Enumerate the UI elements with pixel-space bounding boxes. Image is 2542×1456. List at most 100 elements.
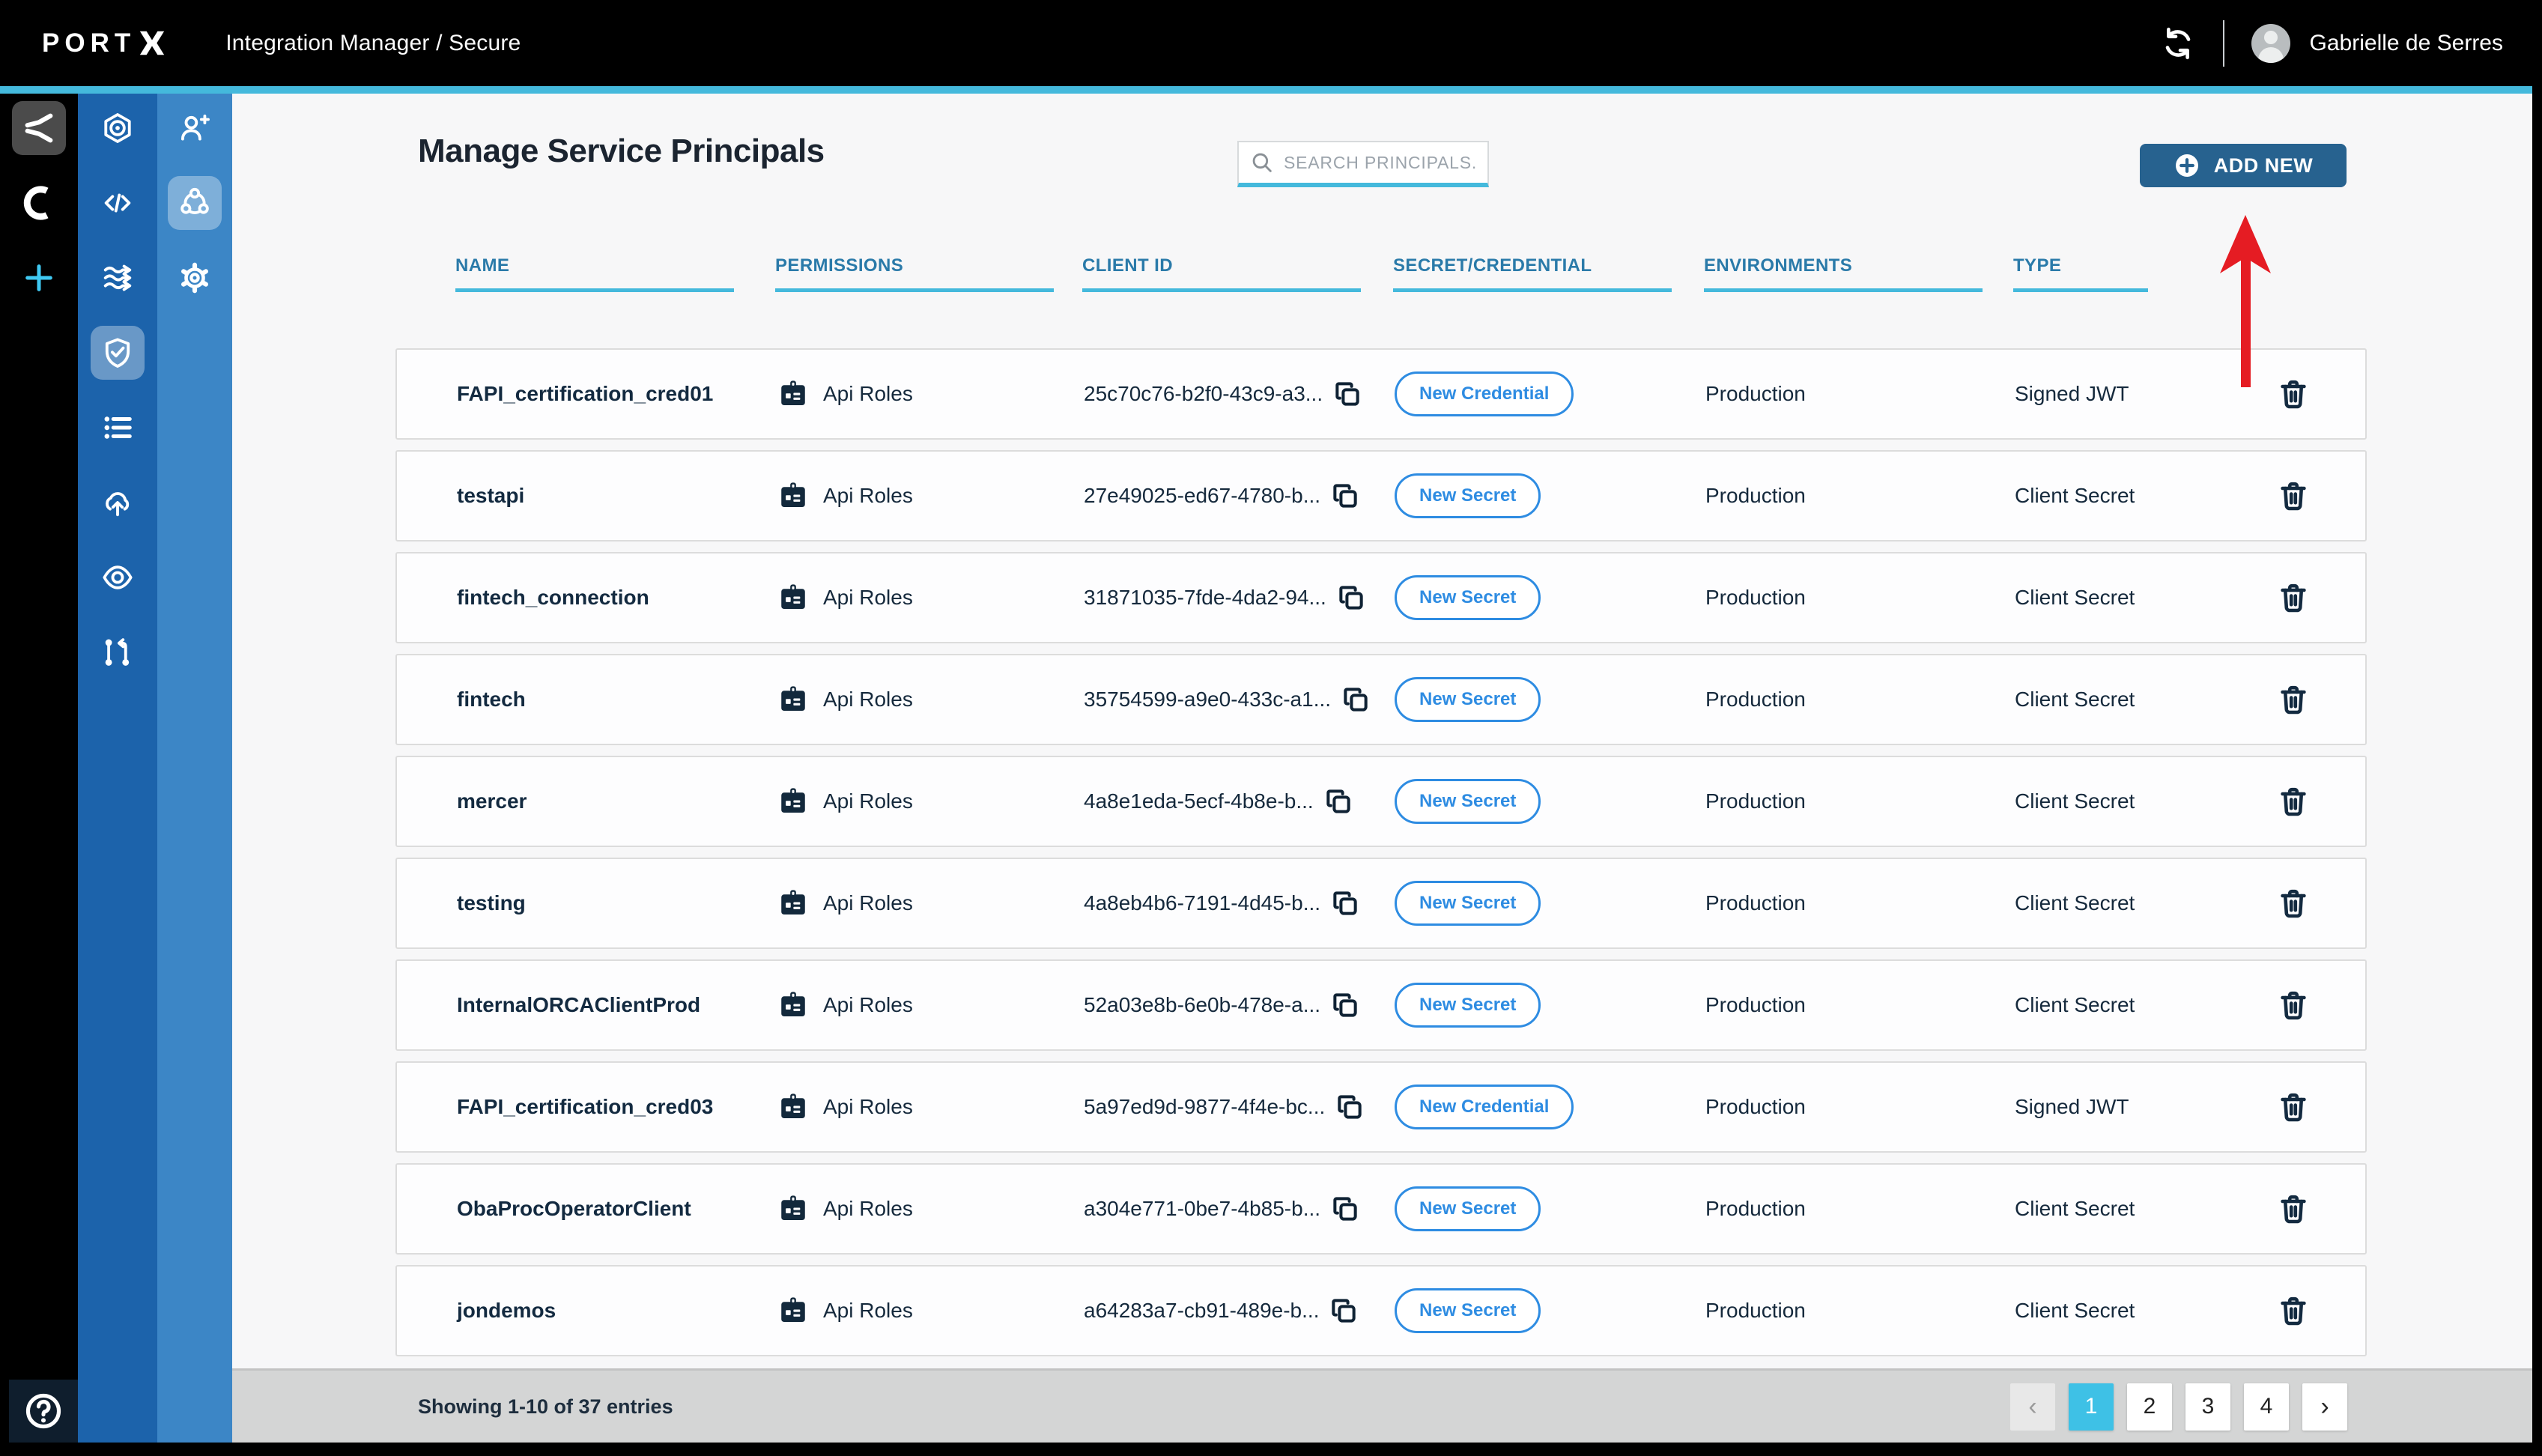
sidebar-item-cloud-upload[interactable] [91, 476, 145, 530]
permissions-cell: Api Roles [777, 1294, 1084, 1327]
sidebar-item-portx-mark[interactable] [12, 101, 66, 155]
client-id-value: 31871035-7fde-4da2-94... [1084, 586, 1326, 609]
new-secret-button[interactable]: New Secret [1395, 473, 1541, 518]
user-avatar[interactable] [2251, 23, 2290, 63]
sidebar-item-code[interactable] [91, 176, 145, 230]
type-value: Client Secret [2015, 993, 2135, 1016]
copy-icon[interactable] [1334, 1091, 1365, 1123]
permissions-label: Api Roles [823, 1095, 913, 1118]
sidebar-item-git-branch[interactable] [91, 625, 145, 679]
new-secret-button[interactable]: New Secret [1395, 779, 1541, 824]
sidebar-item-user-plus[interactable] [168, 101, 222, 155]
trash-icon[interactable] [2275, 1293, 2311, 1329]
secret-credential-cell: New Secret [1395, 779, 1705, 824]
new-secret-button[interactable]: New Secret [1395, 983, 1541, 1028]
new-secret-button[interactable]: New Secret [1395, 1288, 1541, 1333]
secret-credential-cell: New Secret [1395, 575, 1705, 620]
page-button-1[interactable]: 1 [2069, 1383, 2114, 1431]
id-badge-icon [777, 479, 810, 512]
next-page-button[interactable]: › [2302, 1383, 2347, 1431]
page-button-3[interactable]: 3 [2185, 1383, 2230, 1431]
portx-x-mark-icon [140, 31, 165, 55]
permissions-cell: Api Roles [777, 989, 1084, 1022]
trash-icon[interactable] [2275, 783, 2311, 819]
secret-credential-cell: New Secret [1395, 983, 1705, 1028]
copy-icon[interactable] [1329, 1193, 1361, 1225]
column-header-permissions: PERMISSIONS [775, 255, 1082, 292]
client-id-cell: 35754599-a9e0-433c-a1... [1084, 684, 1395, 715]
column-header-client-id: CLIENT ID [1082, 255, 1393, 292]
sidebar-item-streams[interactable] [91, 251, 145, 305]
client-id-cell: 4a8eb4b6-7191-4d45-b... [1084, 888, 1395, 919]
sidebar-item-list[interactable] [91, 401, 145, 455]
new-secret-button[interactable]: New Secret [1395, 1186, 1541, 1231]
permissions-cell: Api Roles [777, 785, 1084, 818]
add-new-button[interactable]: ADD NEW [2140, 144, 2347, 187]
id-badge-icon [777, 989, 810, 1022]
copy-icon[interactable] [1323, 786, 1354, 817]
principal-name: testapi [457, 484, 525, 507]
new-credential-button[interactable]: New Credential [1395, 1085, 1574, 1129]
mesh-icon [178, 186, 212, 220]
sidebar-item-orca[interactable] [12, 176, 66, 230]
principal-name: InternalORCAClientProd [457, 993, 701, 1016]
copy-icon[interactable] [1329, 480, 1361, 512]
new-secret-button[interactable]: New Secret [1395, 575, 1541, 620]
trash-icon[interactable] [2275, 987, 2311, 1023]
secret-credential-cell: New Credential [1395, 371, 1705, 416]
trash-icon[interactable] [2275, 682, 2311, 718]
id-badge-icon [777, 683, 810, 716]
sidebar-item-gear[interactable] [168, 251, 222, 305]
trash-icon[interactable] [2275, 1191, 2311, 1227]
trash-icon[interactable] [2275, 580, 2311, 616]
table-row: jondemos Api Roles a64283a7-cb91-489e-b...… [395, 1265, 2367, 1356]
client-id-value: 25c70c76-b2f0-43c9-a3... [1084, 382, 1323, 405]
client-id-cell: 31871035-7fde-4da2-94... [1084, 582, 1395, 613]
table-row: testing Api Roles 4a8eb4b6-7191-4d45-b... N… [395, 858, 2367, 949]
sidebar-item-hex-node[interactable] [91, 101, 145, 155]
table-row: testapi Api Roles 27e49025-ed67-4780-b... N… [395, 450, 2367, 542]
new-secret-button[interactable]: New Secret [1395, 677, 1541, 722]
column-header-name: NAME [455, 255, 775, 292]
table-row: FAPI_certification_cred01 Api Roles 25c70c… [395, 348, 2367, 440]
environments-value: Production [1705, 1095, 1806, 1118]
page-button-2[interactable]: 2 [2127, 1383, 2172, 1431]
search-box [1237, 141, 1489, 187]
copy-icon[interactable] [1332, 378, 1363, 410]
refresh-icon[interactable] [2160, 25, 2196, 61]
annotation-arrow [2220, 215, 2271, 387]
copy-icon[interactable] [1329, 989, 1361, 1021]
trash-icon[interactable] [2275, 478, 2311, 514]
copy-icon[interactable] [1328, 1295, 1359, 1326]
search-icon [1249, 150, 1275, 175]
copy-icon[interactable] [1329, 888, 1361, 919]
right-strip [2532, 0, 2542, 1456]
client-id-cell: 27e49025-ed67-4780-b... [1084, 480, 1395, 512]
permissions-label: Api Roles [823, 586, 913, 609]
search-input[interactable] [1282, 151, 1477, 174]
help-icon[interactable] [22, 1390, 64, 1432]
table-row: InternalORCAClientProd Api Roles 52a03e8b-… [395, 959, 2367, 1051]
bottom-strip [0, 1443, 2542, 1456]
copy-icon[interactable] [1335, 582, 1367, 613]
hex-node-icon [100, 111, 135, 145]
new-credential-button[interactable]: New Credential [1395, 371, 1574, 416]
sidebar-item-eye[interactable] [91, 550, 145, 604]
sidebar-item-mesh[interactable] [168, 176, 222, 230]
sidebar-item-shield-check[interactable] [91, 326, 145, 380]
trash-icon[interactable] [2275, 1089, 2311, 1125]
module-rail [78, 94, 157, 1443]
user-name[interactable]: Gabrielle de Serres [2310, 31, 2503, 56]
client-id-value: 52a03e8b-6e0b-478e-a... [1084, 993, 1321, 1016]
client-id-value: 4a8eb4b6-7191-4d45-b... [1084, 891, 1321, 914]
git-branch-icon [100, 635, 135, 670]
previous-page-button[interactable]: ‹ [2010, 1383, 2055, 1431]
new-secret-button[interactable]: New Secret [1395, 881, 1541, 926]
logo-text: PORT [42, 28, 136, 58]
permissions-cell: Api Roles [777, 479, 1084, 512]
trash-icon[interactable] [2275, 885, 2311, 921]
sidebar-item-plus[interactable] [12, 251, 66, 305]
page-button-4[interactable]: 4 [2244, 1383, 2289, 1431]
principal-name: fintech_connection [457, 586, 649, 609]
copy-icon[interactable] [1340, 684, 1371, 715]
